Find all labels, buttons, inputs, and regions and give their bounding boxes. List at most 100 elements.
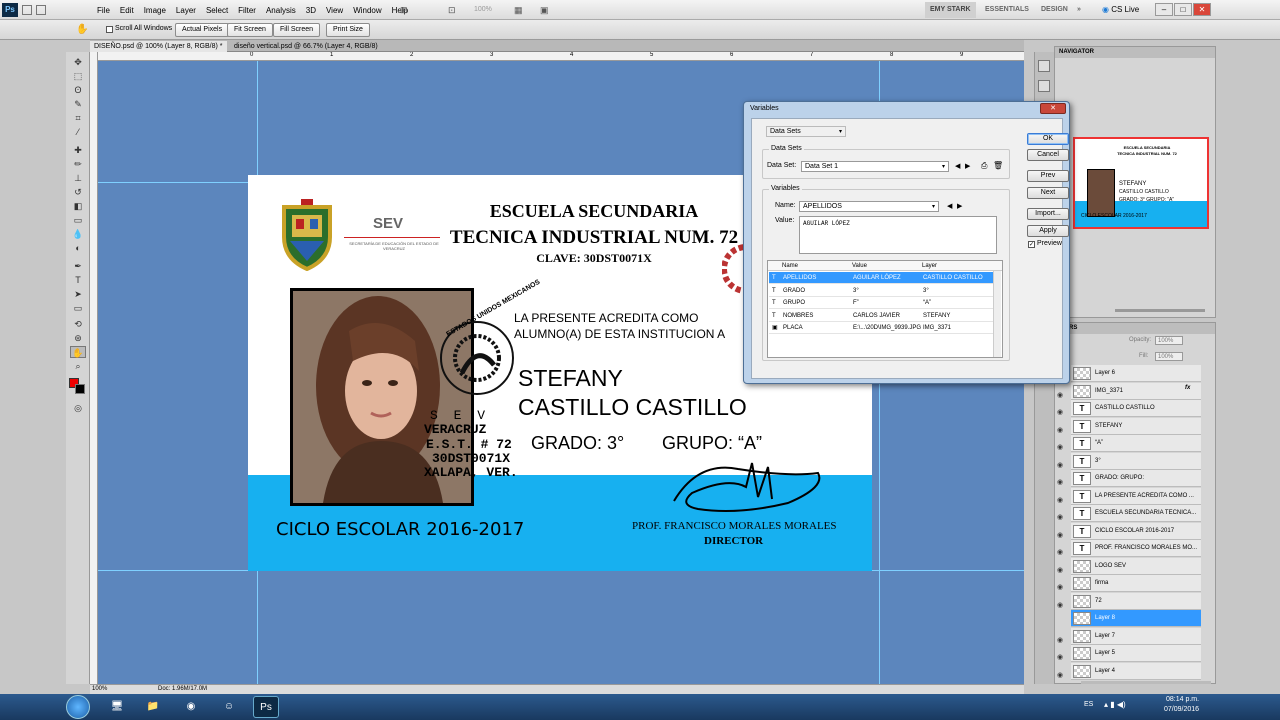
blur-icon[interactable]: 💧 xyxy=(70,228,86,240)
visibility-eye-icon[interactable]: ◉ xyxy=(1057,544,1063,561)
data-set-select[interactable]: Data Set 1 ▾ xyxy=(801,161,949,172)
gradient-icon[interactable]: ▭ xyxy=(70,214,86,226)
start-button-icon[interactable] xyxy=(66,695,90,719)
prev-set-icon[interactable]: ◀ xyxy=(955,162,960,170)
marquee-tool-icon[interactable]: ⬚ xyxy=(70,70,86,82)
apply-button[interactable]: Apply xyxy=(1027,225,1069,237)
cs-live[interactable]: ◉ CS Live xyxy=(1102,2,1139,18)
visibility-eye-icon[interactable]: ◉ xyxy=(1057,474,1063,491)
path-select-icon[interactable]: ➤ xyxy=(70,288,86,300)
import-button[interactable]: Import... xyxy=(1027,208,1069,220)
background-color-swatch[interactable] xyxy=(75,384,85,394)
layer-fx-icon[interactable]: fx xyxy=(1185,385,1190,391)
navigator-thumbnail[interactable]: ESCUELA SECUNDARIA TECNICA INDUSTRIAL NU… xyxy=(1073,137,1209,229)
history-panel-icon[interactable] xyxy=(1038,60,1050,72)
clock-date[interactable]: 07/09/2016 xyxy=(1164,706,1199,713)
history-brush-icon[interactable]: ↺ xyxy=(70,186,86,198)
variable-row[interactable]: T GRUPO F” “A” xyxy=(769,297,999,309)
workspace-design[interactable]: DESIGN xyxy=(1036,2,1073,18)
language-indicator[interactable]: ES xyxy=(1084,701,1093,708)
quick-select-icon[interactable]: ✎ xyxy=(70,98,86,110)
navigator-title[interactable]: NAVIGATOR xyxy=(1055,47,1215,58)
arrange-icon[interactable]: ▦ xyxy=(514,5,523,16)
navigator-zoom-slider[interactable] xyxy=(1115,309,1205,312)
layer-row[interactable]: ◉Layer 6 xyxy=(1057,365,1201,382)
layer-row[interactable]: ◉ Layer 5 xyxy=(1057,645,1201,662)
visibility-eye-icon[interactable]: ◉ xyxy=(1057,404,1063,421)
visibility-eye-icon[interactable]: ◉ xyxy=(1057,387,1063,404)
layer-row[interactable]: ◉ IMG_3371 xyxy=(1057,382,1201,400)
bridge-icon[interactable] xyxy=(22,5,32,15)
type-tool-icon[interactable]: T xyxy=(70,274,86,286)
menu-3d[interactable]: 3D xyxy=(301,6,321,15)
next-set-icon[interactable]: ▶ xyxy=(965,162,970,170)
healing-icon[interactable]: ✚ xyxy=(70,144,86,156)
stamp-tool-icon[interactable]: ⊥ xyxy=(70,172,86,184)
visibility-eye-icon[interactable]: ◉ xyxy=(1057,597,1063,614)
minimize-button[interactable]: – xyxy=(1155,3,1173,16)
chrome-icon[interactable]: ◉ xyxy=(178,696,204,718)
menu-layer[interactable]: Layer xyxy=(171,6,201,15)
prev-variable-icon[interactable]: ◀ xyxy=(947,202,952,210)
col-layer[interactable]: Layer xyxy=(922,261,937,271)
workspace-emy-stark[interactable]: EMY STARK xyxy=(925,2,976,18)
hand-tool-icon[interactable]: ✋ xyxy=(70,346,86,358)
variable-row[interactable]: T APELLIDOS AGUILAR LÓPEZ CASTILLO CASTILLO xyxy=(769,272,999,284)
menu-image[interactable]: Image xyxy=(139,6,171,15)
layer-row[interactable]: ◉ T STEFANY xyxy=(1057,417,1201,435)
variable-row[interactable]: T GRADO 3° 3° xyxy=(769,285,999,297)
fit-screen-button[interactable]: Fit Screen xyxy=(227,23,273,37)
tray-icons[interactable]: ▴ ▮ ◀) xyxy=(1104,700,1126,709)
visibility-eye-icon[interactable]: ◉ xyxy=(1057,562,1063,579)
close-button[interactable]: ✕ xyxy=(1193,3,1211,16)
table-scrollbar[interactable] xyxy=(993,271,1001,357)
menu-select[interactable]: Select xyxy=(201,6,233,15)
zoom-tool-icon[interactable]: ⌕ xyxy=(70,360,86,372)
delete-set-icon[interactable]: 🗑 xyxy=(993,161,1003,170)
dodge-icon[interactable]: ◐ xyxy=(70,242,86,254)
3d-rotate-icon[interactable]: ⟲ xyxy=(70,318,86,330)
fill-screen-button[interactable]: Fill Screen xyxy=(273,23,321,37)
visibility-eye-icon[interactable]: ◉ xyxy=(1057,632,1063,649)
maximize-button[interactable]: □ xyxy=(1174,3,1192,16)
variable-value-field[interactable]: AGUILAR LÓPEZ xyxy=(799,216,997,254)
clock-time[interactable]: 08:14 p.m. xyxy=(1166,696,1199,703)
ok-button[interactable]: OK xyxy=(1027,133,1069,145)
save-set-icon[interactable]: ⎙ xyxy=(981,161,987,171)
app-icon[interactable]: ☺ xyxy=(216,696,242,718)
layer-row[interactable]: ◉ firma xyxy=(1057,575,1201,592)
fill-field[interactable]: 100% xyxy=(1155,352,1183,361)
pen-tool-icon[interactable]: ✒ xyxy=(70,260,86,272)
section-select[interactable]: Data Sets ▾ xyxy=(766,126,846,137)
visibility-eye-icon[interactable]: ◉ xyxy=(1057,527,1063,544)
layer-row[interactable]: ◉ T ESCUELA SECUNDARIA TECNICA... xyxy=(1057,505,1201,522)
hand-tool-icon[interactable]: ⊞ xyxy=(400,5,408,16)
visibility-eye-icon[interactable]: ◉ xyxy=(1057,649,1063,666)
visibility-eye-icon[interactable]: ◉ xyxy=(1057,439,1063,456)
layers-tab[interactable]: RS xyxy=(1055,323,1215,334)
menu-filter[interactable]: Filter xyxy=(233,6,261,15)
menu-view[interactable]: View xyxy=(321,6,348,15)
tab-diseno-vertical[interactable]: diseño vertical.psd @ 66.7% (Layer 4, RG… xyxy=(230,41,382,52)
computer-icon[interactable]: 🖥 xyxy=(104,696,130,718)
brush-tool-icon[interactable]: ✏ xyxy=(70,158,86,170)
layer-row[interactable]: ◉ T CICLO ESCOLAR 2016-2017 xyxy=(1057,522,1201,540)
menu-window[interactable]: Window xyxy=(348,6,386,15)
visibility-eye-icon[interactable]: ◉ xyxy=(1057,492,1063,509)
crop-tool-icon[interactable]: ⌗ xyxy=(70,112,86,124)
opacity-field[interactable]: 100% xyxy=(1155,336,1183,345)
variable-row[interactable]: T NOMBRES CARLOS JAVIER STEFANY xyxy=(769,310,999,322)
visibility-eye-icon[interactable]: ◉ xyxy=(1057,579,1063,596)
move-tool-icon[interactable]: ✥ xyxy=(70,56,86,68)
next-variable-icon[interactable]: ▶ xyxy=(957,202,962,210)
visibility-eye-icon[interactable]: ◉ xyxy=(1057,457,1063,474)
col-name[interactable]: Name xyxy=(782,261,798,271)
workspace-essentials[interactable]: ESSENTIALS xyxy=(980,2,1034,18)
variable-row[interactable]: ▣ PLACA E:\...\20D\IMG_9939.JPG IMG_3371 xyxy=(769,322,999,334)
menu-analysis[interactable]: Analysis xyxy=(261,6,301,15)
layer-row[interactable]: ◉ Layer 4 xyxy=(1057,662,1201,680)
print-size-button[interactable]: Print Size xyxy=(326,23,370,37)
layer-row[interactable]: Layer 8 xyxy=(1071,610,1201,627)
prev-button[interactable]: Prev xyxy=(1027,170,1069,182)
dialog-close-button[interactable]: ✕ xyxy=(1040,103,1066,114)
